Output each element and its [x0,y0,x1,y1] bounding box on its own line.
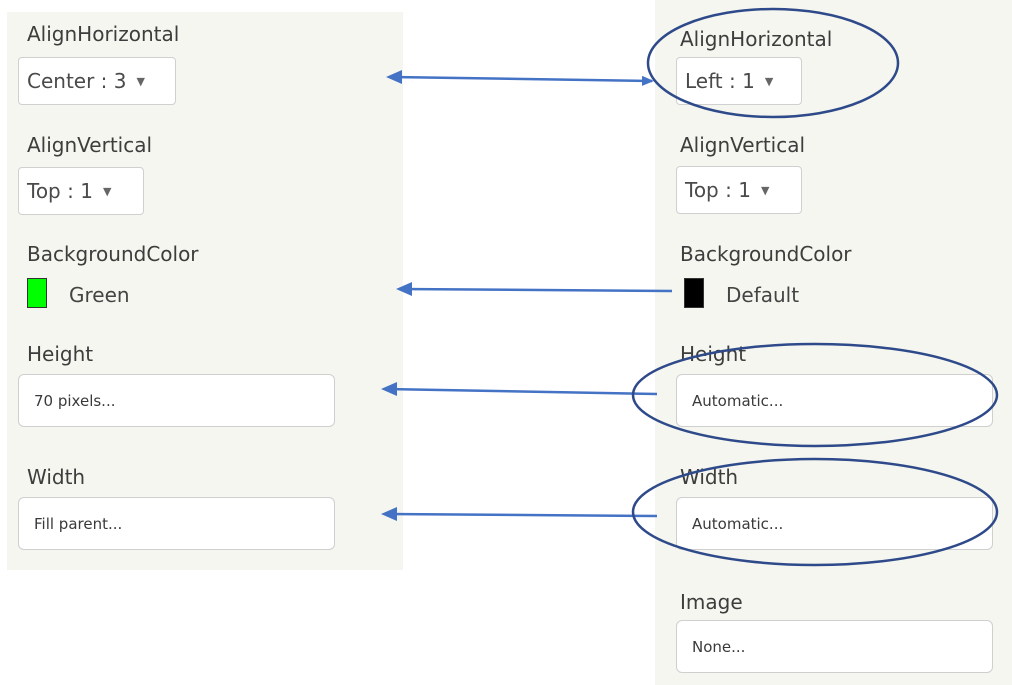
arrow-height [385,387,658,396]
arrow-align-horizontal [391,75,654,86]
caret-down-icon: ▼ [102,184,112,198]
left-properties-panel: AlignHorizontal Center : 3 ▼ AlignVertic… [7,12,403,570]
height-label: Height [27,342,94,366]
image-label: Image [680,590,743,614]
color-swatch[interactable] [684,278,704,308]
height-field[interactable]: 70 pixels... [18,374,335,427]
caret-down-icon: ▼ [136,74,145,88]
background-color-label: BackgroundColor [27,242,199,266]
align-horizontal-label: AlignHorizontal [27,22,180,46]
arrow-background-color [398,287,673,293]
background-color-value[interactable]: Default [726,283,799,307]
right-properties-panel: AlignHorizontal Left : 1 ▼ AlignVertical… [655,0,1012,685]
background-color-label: BackgroundColor [680,242,852,266]
width-field[interactable]: Automatic... [676,497,993,550]
align-vertical-dropdown[interactable]: Top : 1 ▼ [18,167,144,215]
height-label: Height [680,342,747,366]
caret-down-icon: ▼ [764,74,774,88]
align-vertical-dropdown[interactable]: Top : 1 ▼ [676,166,802,214]
align-vertical-label: AlignVertical [27,133,153,157]
height-field[interactable]: Automatic... [676,374,993,427]
width-label: Width [680,465,739,489]
color-swatch[interactable] [27,278,47,308]
arrow-width [385,512,658,518]
align-vertical-value: Top : 1 [685,178,751,202]
width-field[interactable]: Fill parent... [18,497,335,550]
width-label: Width [27,465,86,489]
image-field[interactable]: None... [676,620,993,673]
background-color-value[interactable]: Green [69,283,130,307]
align-horizontal-dropdown[interactable]: Center : 3 ▼ [18,57,176,105]
align-vertical-label: AlignVertical [680,133,806,157]
align-horizontal-value: Center : 3 [27,69,127,93]
align-horizontal-label: AlignHorizontal [680,27,833,51]
align-horizontal-value: Left : 1 [685,69,755,93]
caret-down-icon: ▼ [760,183,770,197]
align-horizontal-dropdown[interactable]: Left : 1 ▼ [676,57,802,105]
align-vertical-value: Top : 1 [27,179,93,203]
comparison-stage: AlignHorizontal Center : 3 ▼ AlignVertic… [0,0,1012,685]
